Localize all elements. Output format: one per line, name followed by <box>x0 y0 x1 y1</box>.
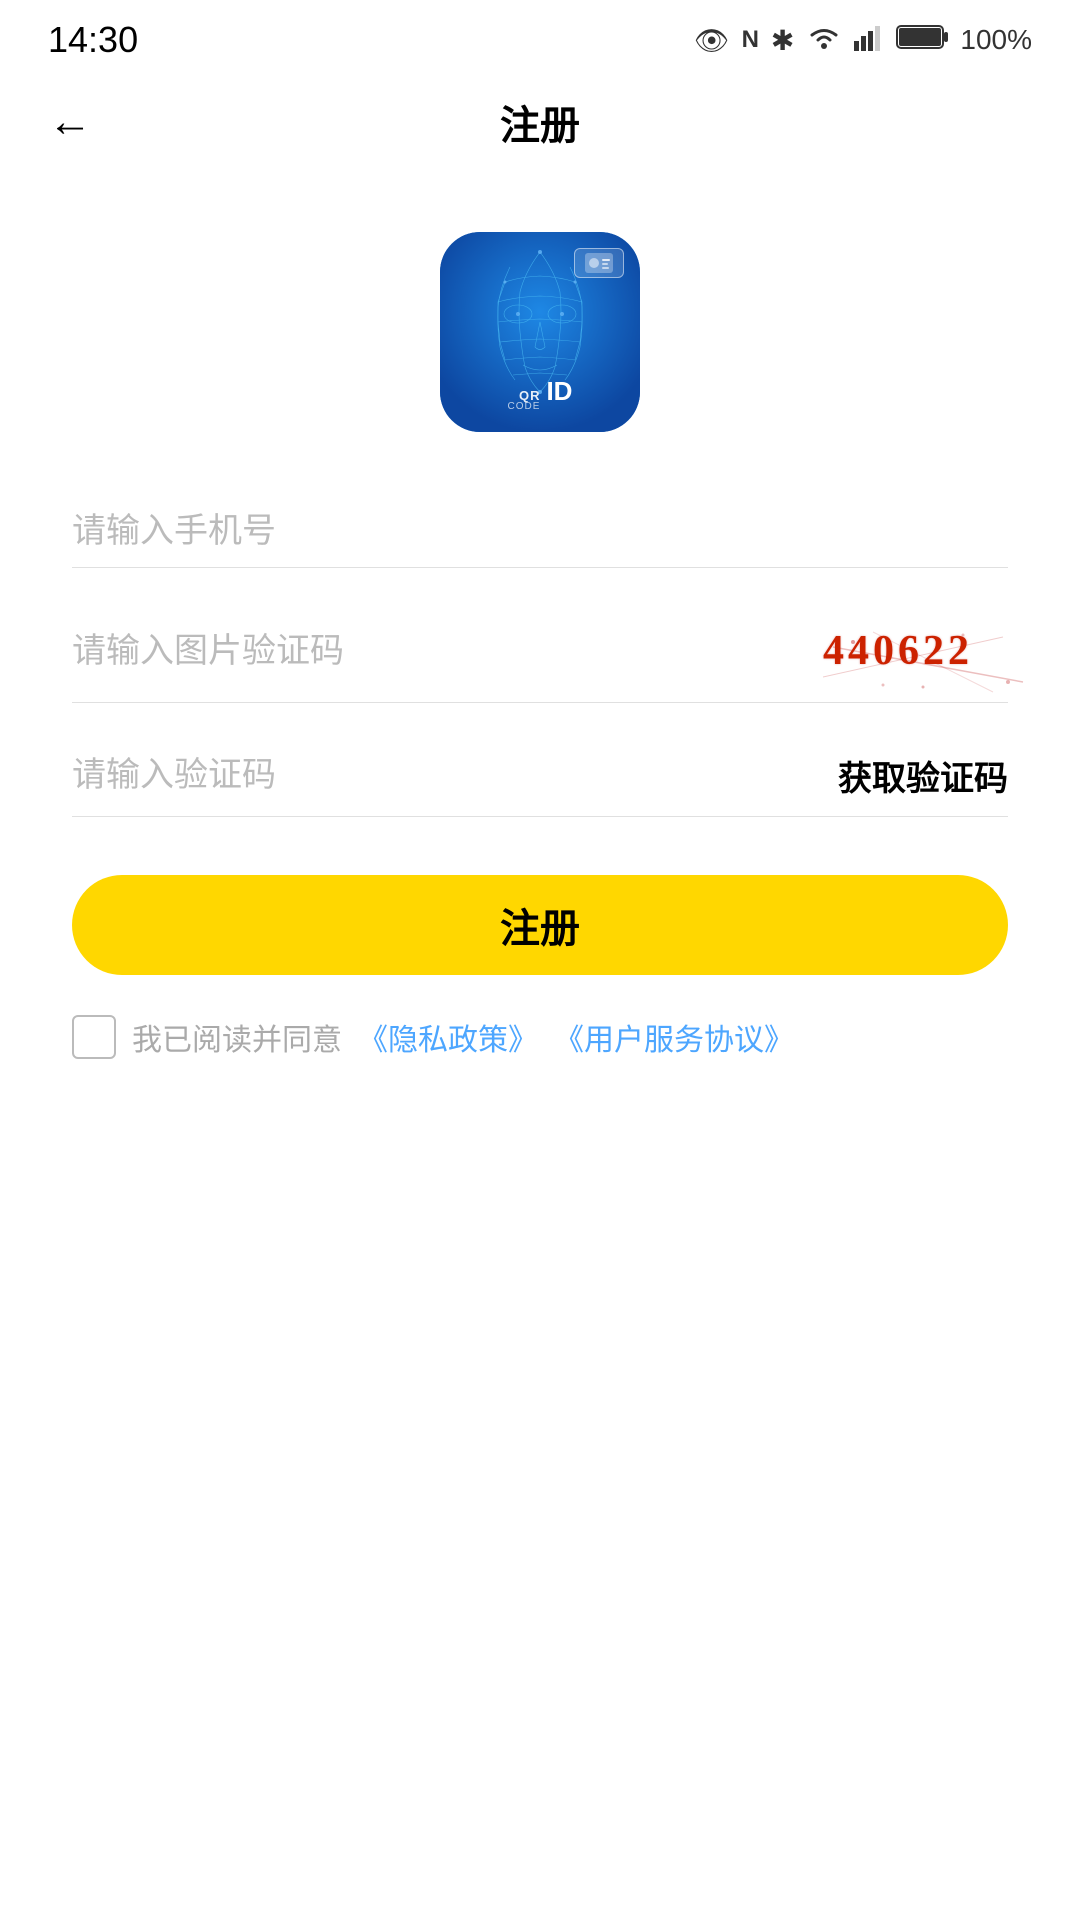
back-button[interactable]: ← <box>48 97 92 147</box>
phone-input[interactable] <box>72 512 1008 551</box>
bluetooth-icon: ✱ <box>771 24 794 57</box>
agreement-checkbox[interactable] <box>72 1015 116 1059</box>
privacy-policy-link[interactable]: 《隐私政策》 <box>358 1015 538 1059</box>
wifi-icon <box>806 23 842 58</box>
captcha-input[interactable] <box>72 632 768 671</box>
eye-icon: 👁 <box>694 24 730 57</box>
form-container: 440622 获取验证码 注册 <box>0 512 1080 1015</box>
app-icon: QR CODE ID <box>440 232 640 432</box>
nfc-icon: N <box>742 26 759 54</box>
battery-icon <box>896 24 948 57</box>
status-icons: 👁 N ✱ 100% <box>694 23 1032 58</box>
register-button[interactable]: 注册 <box>72 875 1008 975</box>
sms-field: 获取验证码 <box>72 751 1008 817</box>
page-header: ← 注册 <box>0 72 1080 172</box>
captcha-image[interactable]: 440622 <box>788 616 1008 686</box>
page-title: 注册 <box>500 93 580 151</box>
status-bar: 14:30 👁 N ✱ <box>0 0 1080 72</box>
captcha-value: 440622 <box>823 628 973 674</box>
terms-link[interactable]: 《用户服务协议》 <box>554 1015 794 1059</box>
sms-input[interactable] <box>72 756 818 795</box>
captcha-input-row: 440622 <box>72 616 1008 703</box>
app-icon-container: QR CODE ID <box>0 232 1080 432</box>
phone-input-row <box>72 512 1008 568</box>
status-time: 14:30 <box>48 19 138 61</box>
signal-icon <box>854 23 884 58</box>
agreement-row: 我已阅读并同意 《隐私政策》 《用户服务协议》 <box>0 1015 1080 1059</box>
get-code-button[interactable]: 获取验证码 <box>838 751 1008 800</box>
qr-code-id-label: QR CODE ID <box>508 376 573 412</box>
battery-percentage: 100% <box>960 24 1032 56</box>
sms-input-row: 获取验证码 <box>72 751 1008 817</box>
id-card-badge <box>574 248 624 278</box>
phone-field <box>72 512 1008 568</box>
captcha-field: 440622 <box>72 616 1008 703</box>
agreement-prefix: 我已阅读并同意 <box>132 1015 342 1059</box>
